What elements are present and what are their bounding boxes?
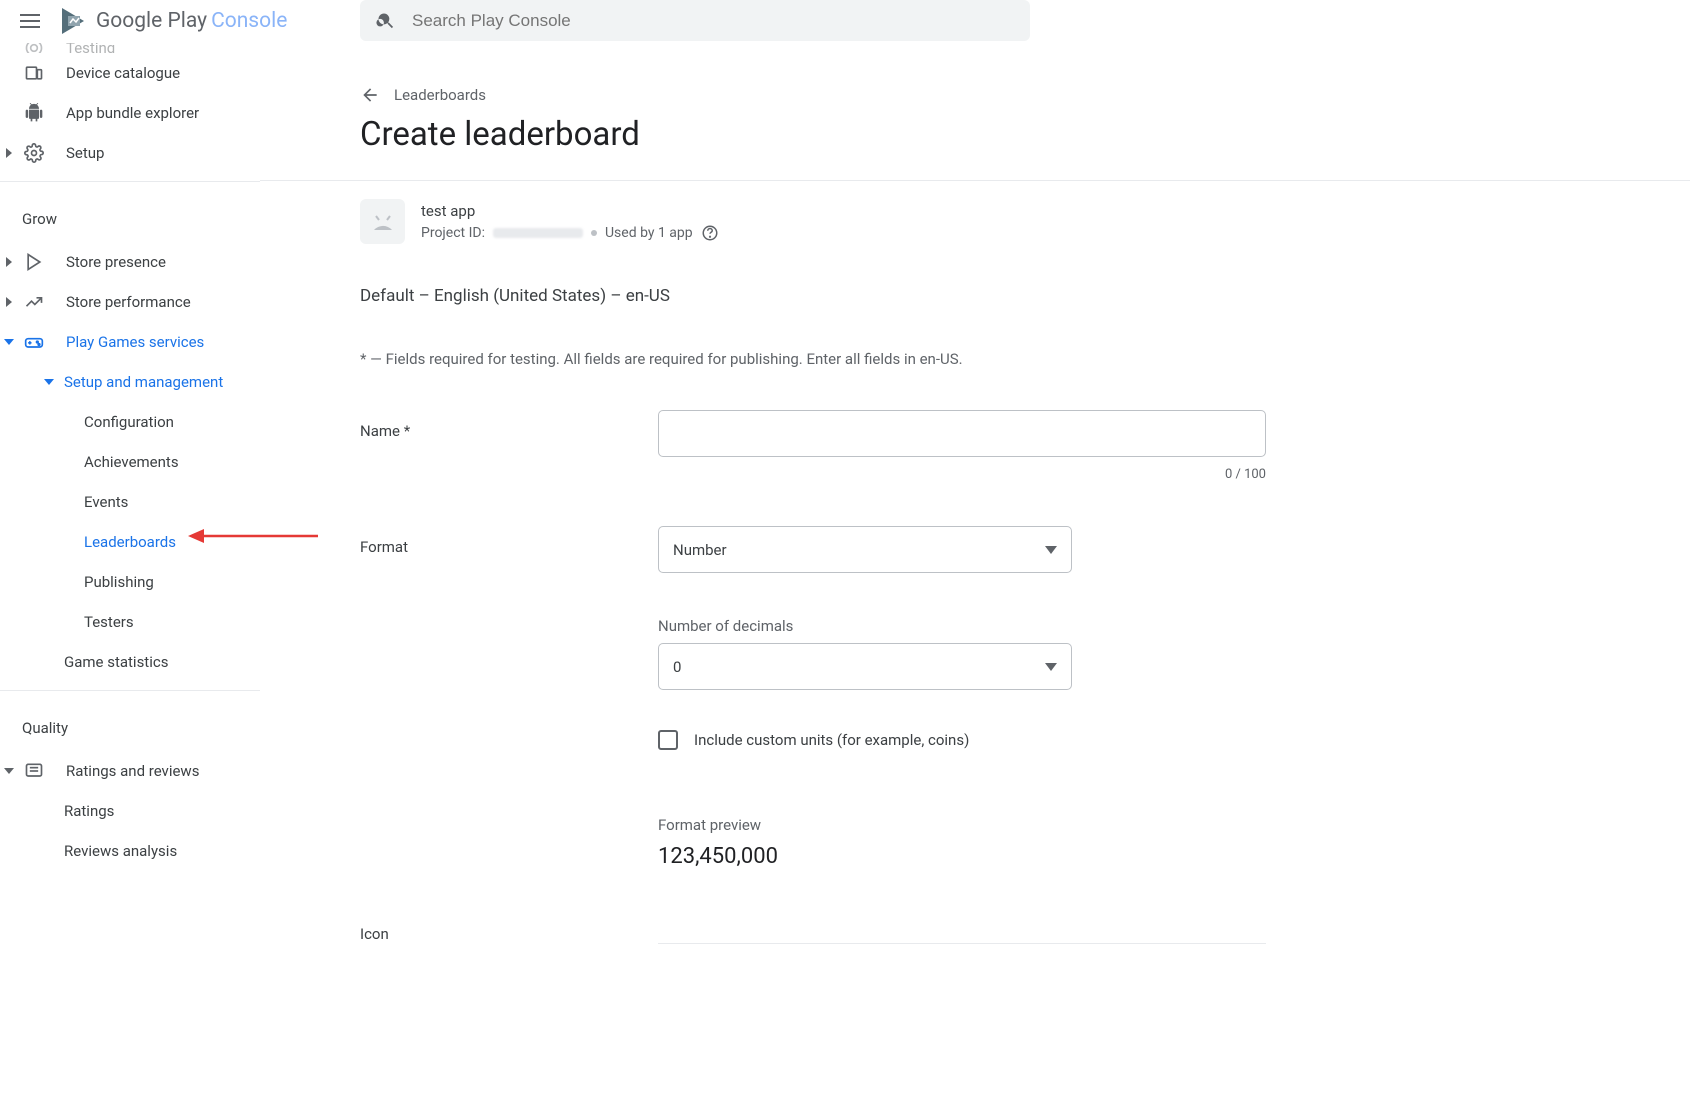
chevron-right-icon [4, 257, 14, 267]
sidebar-label: Play Games services [66, 333, 204, 351]
sidebar-label: Events [84, 493, 128, 511]
sidebar-label: Ratings [64, 802, 114, 820]
app-info: test app Project ID: Used by 1 app [360, 199, 1690, 244]
menu-button[interactable] [18, 9, 42, 33]
icon-upload[interactable] [658, 943, 1266, 1003]
format-select[interactable]: Number [658, 526, 1072, 573]
sidebar-item-ratings-reviews[interactable]: Ratings and reviews [0, 751, 260, 791]
sidebar-label: Ratings and reviews [66, 762, 199, 780]
sidebar-label: Store performance [66, 293, 191, 311]
sidebar-item-game-stats[interactable]: Game statistics [64, 642, 260, 682]
help-icon[interactable] [701, 224, 719, 242]
sidebar-label: Testing [66, 43, 115, 53]
brand-logo: Google PlayConsole [58, 6, 287, 36]
app-name: test app [421, 202, 719, 220]
custom-units-label: Include custom units (for example, coins… [694, 731, 969, 749]
sidebar-item-setup[interactable]: Setup [0, 133, 260, 173]
gear-icon [24, 143, 44, 163]
format-value: Number [673, 541, 727, 559]
back-label: Leaderboards [394, 86, 486, 104]
decimals-label: Number of decimals [658, 617, 1072, 635]
sidebar-label: Configuration [84, 413, 174, 431]
page-title: Create leaderboard [360, 115, 1690, 154]
chevron-right-icon [4, 148, 14, 158]
search-icon [376, 11, 396, 31]
sidebar-item-testing[interactable]: Testing [0, 43, 260, 53]
redacted-id [493, 228, 583, 238]
devices-icon [24, 63, 44, 83]
sidebar-item-events[interactable]: Events [84, 482, 260, 522]
chevron-right-icon [4, 297, 14, 307]
brand-text-1: Google Play [96, 9, 207, 33]
decimals-value: 0 [673, 658, 681, 676]
sidebar-item-store-presence[interactable]: Store presence [0, 242, 260, 282]
sidebar-item-reviews-analysis[interactable]: Reviews analysis [64, 831, 260, 871]
sidebar-label: Testers [84, 613, 134, 631]
android-icon [24, 103, 44, 123]
back-link[interactable]: Leaderboards [360, 85, 1690, 105]
sidebar-item-play-games[interactable]: Play Games services [0, 322, 260, 362]
sidebar-label: Setup [66, 144, 104, 162]
trend-icon [24, 292, 44, 312]
sidebar-item-configuration[interactable]: Configuration [84, 402, 260, 442]
name-counter: 0 / 100 [658, 467, 1266, 482]
sidebar-item-ratings[interactable]: Ratings [64, 791, 260, 831]
app-usage: Used by 1 app [605, 225, 693, 241]
divider [0, 181, 260, 182]
search-bar[interactable] [360, 0, 1030, 41]
format-label: Format [360, 526, 658, 556]
sidebar-label: App bundle explorer [66, 104, 199, 122]
app-icon [360, 199, 405, 244]
dot-separator-icon [591, 230, 597, 236]
sidebar-item-publishing[interactable]: Publishing [84, 562, 260, 602]
sidebar-item-device-catalogue[interactable]: Device catalogue [0, 53, 260, 93]
section-grow: Grow [0, 190, 260, 242]
sidebar-label: Game statistics [64, 653, 168, 671]
sidebar-item-testers[interactable]: Testers [84, 602, 260, 642]
reviews-icon [24, 761, 44, 781]
sidebar-label: Publishing [84, 573, 154, 591]
chevron-down-icon [4, 766, 14, 776]
sidebar-item-achievements[interactable]: Achievements [84, 442, 260, 482]
chevron-down-icon [4, 337, 14, 347]
section-quality: Quality [0, 699, 260, 751]
sidebar-label: Leaderboards [84, 533, 176, 551]
store-icon [24, 252, 44, 272]
sidebar: Testing Device catalogue App bundle expl… [0, 41, 260, 1111]
hamburger-icon [20, 14, 40, 28]
sidebar-item-store-performance[interactable]: Store performance [0, 282, 260, 322]
project-id-label: Project ID: [421, 225, 485, 241]
sidebar-label: Setup and management [64, 373, 223, 391]
preview-label: Format preview [658, 816, 1072, 834]
play-console-logo-icon [58, 6, 88, 36]
dropdown-icon [1045, 546, 1057, 554]
divider [260, 180, 1690, 181]
custom-units-checkbox[interactable] [658, 730, 678, 750]
main-content: Leaderboards Create leaderboard test app… [260, 41, 1690, 1111]
arrow-left-icon [360, 85, 380, 105]
required-note: * — Fields required for testing. All fie… [360, 350, 1690, 368]
sidebar-label: Device catalogue [66, 64, 180, 82]
name-label: Name * [360, 410, 658, 440]
sidebar-item-app-bundle[interactable]: App bundle explorer [0, 93, 260, 133]
dropdown-icon [1045, 663, 1057, 671]
decimals-select[interactable]: 0 [658, 643, 1072, 690]
sidebar-label: Achievements [84, 453, 179, 471]
chevron-down-icon [44, 377, 54, 387]
brand-text-2: Console [211, 9, 287, 33]
sidebar-label: Store presence [66, 253, 166, 271]
preview-value: 123,450,000 [658, 844, 1072, 869]
target-icon [24, 43, 44, 53]
sidebar-item-setup-management[interactable]: Setup and management [64, 362, 260, 402]
gamepad-icon [24, 332, 44, 352]
locale-line: Default – English (United States) – en-U… [360, 286, 1690, 306]
search-input[interactable] [412, 11, 1014, 31]
name-input[interactable] [658, 410, 1266, 457]
sidebar-label: Reviews analysis [64, 842, 177, 860]
divider [0, 690, 260, 691]
icon-label: Icon [360, 913, 658, 943]
android-placeholder-icon [370, 214, 396, 230]
